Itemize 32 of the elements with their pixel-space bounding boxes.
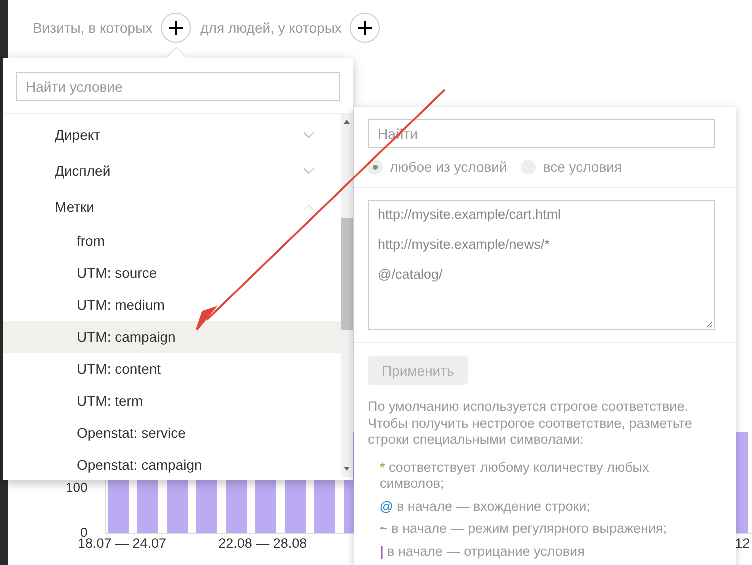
menu-group[interactable]: Директ: [3, 117, 341, 153]
axis-label: 12: [735, 536, 750, 551]
menu-item[interactable]: from: [3, 225, 341, 257]
help-rule: | в начале — отрицание условия: [379, 542, 586, 561]
search-field[interactable]: Найти условие: [16, 72, 340, 101]
menu-item[interactable]: Openstat: service: [3, 417, 341, 449]
help-rule: * соответствует любому количеству любых символов;: [379, 458, 650, 493]
add-condition-button[interactable]: [350, 13, 380, 43]
menu-item[interactable]: UTM: campaign: [3, 321, 341, 353]
menu-item[interactable]: UTM: source: [3, 257, 341, 289]
axis-label: 100: [66, 480, 88, 495]
help-rule: @ в начале — вхождение строки;: [379, 498, 592, 516]
chevron-icon: [303, 132, 315, 138]
menu-group[interactable]: Метки: [3, 189, 341, 225]
menu-group[interactable]: Дисплей: [3, 153, 341, 189]
axis-label: 22.08 — 28.08: [218, 536, 308, 551]
filter-label: Визиты, в которых: [33, 20, 153, 36]
help-rule: ~ в начале — режим регулярного выражения;: [379, 520, 668, 538]
menu-item[interactable]: UTM: content: [3, 353, 341, 385]
menu-item[interactable]: UTM: medium: [3, 289, 341, 321]
add-condition-button[interactable]: [160, 13, 191, 43]
chevron-icon: [303, 168, 315, 174]
chevron-icon: [303, 204, 315, 210]
resize-grip-icon: [706, 321, 713, 328]
scrollbar[interactable]: [341, 114, 353, 477]
menu-item[interactable]: UTM: term: [3, 385, 341, 417]
menu-item[interactable]: Openstat: campaign: [3, 449, 341, 477]
plus-icon: [168, 21, 183, 35]
plus-icon: [358, 21, 372, 35]
filter-label: для людей, у которых: [200, 20, 342, 36]
values-textarea[interactable]: http://mysite.example/cart.html http://mysite.example/news/* @/catalog/: [368, 200, 715, 330]
help-text: По умолчанию используется строгое соответствие. Чтобы получить нестрогое соответствие, разметьте строки специальными символами:: [368, 399, 694, 448]
